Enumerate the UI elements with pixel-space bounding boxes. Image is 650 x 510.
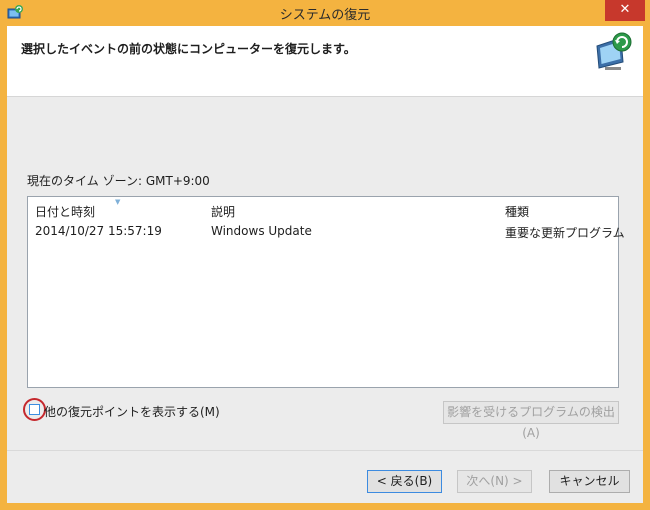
system-restore-monitor-icon xyxy=(596,32,632,70)
cell-description: Windows Update xyxy=(211,224,312,238)
sort-indicator-icon: ▼ xyxy=(115,198,121,206)
column-header-type[interactable]: 種類 xyxy=(505,203,529,220)
next-button[interactable]: 次へ(N) > xyxy=(457,470,532,493)
scan-affected-programs-button[interactable]: 影響を受けるプログラムの検出(A) xyxy=(443,401,619,440)
cell-datetime: 2014/10/27 15:57:19 xyxy=(35,224,162,238)
dialog-client-area: 選択したイベントの前の状態にコンピューターを復元します。 現在のタイム ゾーン:… xyxy=(7,26,643,503)
table-row[interactable]: 2014/10/27 15:57:19 Windows Update 重要な更新… xyxy=(30,221,625,241)
page-instruction: 選択したイベントの前の状態にコンピューターを復元します。 xyxy=(21,42,356,56)
cancel-button[interactable]: キャンセル xyxy=(549,470,630,493)
window-title: システムの復元 xyxy=(279,8,371,23)
system-restore-window: システムの復元 ✕ 選択したイベントの前の状態にコンピューターを復元します。 現… xyxy=(0,0,650,510)
title-bar[interactable]: システムの復元 ✕ xyxy=(0,0,650,26)
column-header-description[interactable]: 説明 xyxy=(211,203,235,220)
show-more-label[interactable]: 他の復元ポイントを表示する(M) xyxy=(44,403,220,420)
header-panel: 選択したイベントの前の状態にコンピューターを復元します。 xyxy=(7,26,643,97)
timezone-label: 現在のタイム ゾーン: GMT+9:00 xyxy=(27,174,210,188)
highlight-circle xyxy=(23,398,46,421)
cell-type: 重要な更新プログラム xyxy=(505,226,625,240)
restore-point-list[interactable]: 日付と時刻 ▼ 説明 種類 2014/10/27 15:57:19 Window… xyxy=(27,196,625,388)
show-more-restore-points[interactable]: 他の復元ポイントを表示する(M) xyxy=(23,398,224,424)
column-header-datetime[interactable]: 日付と時刻 xyxy=(35,203,95,220)
close-button[interactable]: ✕ xyxy=(605,0,645,21)
footer-divider xyxy=(7,450,643,451)
back-button[interactable]: < 戻る(B) xyxy=(367,470,442,493)
